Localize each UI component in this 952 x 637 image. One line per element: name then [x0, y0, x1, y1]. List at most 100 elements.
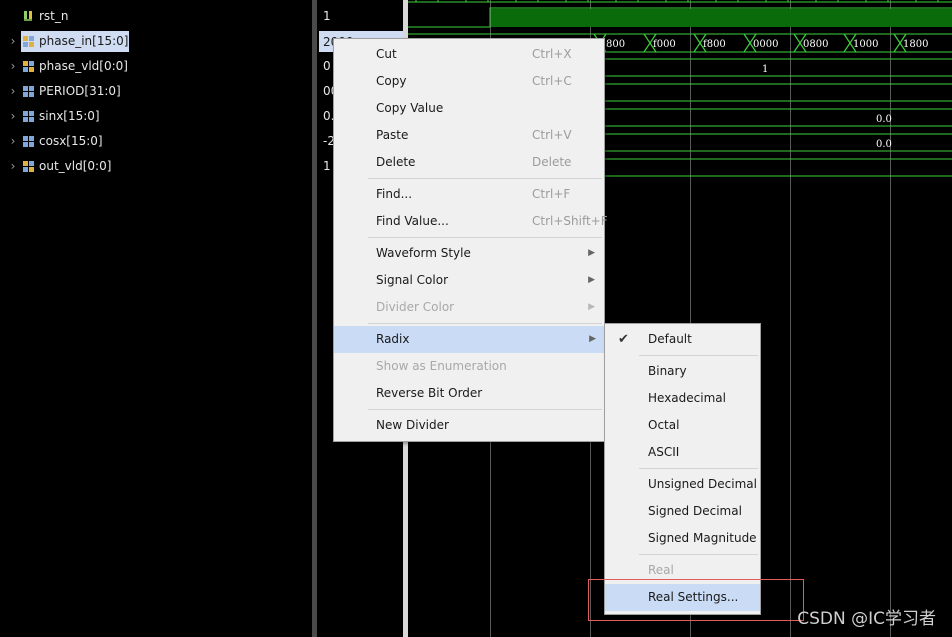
submenu-arrow-icon: ▶ [589, 334, 596, 344]
signal-value: 1 [323, 159, 331, 173]
menu-item-label: New Divider [376, 418, 449, 432]
bus-value-label: 0000 [753, 39, 778, 50]
menu-item-label: Signal Color [376, 273, 449, 287]
menu-item-find[interactable]: Find... Ctrl+F [335, 181, 603, 208]
chevron-right-icon[interactable]: › [8, 105, 18, 127]
bus-value-label: 800 [606, 39, 625, 50]
bus-value-label: f000 [653, 39, 676, 50]
menu-item-label: Copy [376, 74, 407, 88]
menu-separator [368, 409, 602, 410]
signal-name-pane: rst_n › phase_in[15:0] › phase_vld[0:0] … [0, 0, 312, 637]
menu-item-label: Waveform Style [376, 246, 471, 260]
menu-item-default[interactable]: ✔ Default [606, 326, 759, 353]
menu-item-shortcut: Delete [532, 155, 572, 169]
menu-item-label: Radix [376, 332, 410, 346]
menu-item-new-divider[interactable]: New Divider [335, 412, 603, 439]
menu-item-label: Find Value... [376, 214, 449, 228]
signal-row-out-vld[interactable]: › out_vld[0:0] [0, 155, 312, 177]
menu-item-label: Delete [376, 155, 416, 169]
menu-item-shortcut: Ctrl+V [532, 128, 572, 142]
signal-name: sinx[15:0] [39, 109, 100, 123]
chevron-right-icon[interactable]: › [8, 80, 18, 102]
menu-item-shortcut: Ctrl+Shift+F [532, 214, 608, 228]
menu-item-divider-color: Divider Color ▶ [335, 294, 603, 321]
menu-item-paste[interactable]: Paste Ctrl+V [335, 122, 603, 149]
menu-item-show-as-enumeration: Show as Enumeration [335, 353, 603, 380]
menu-item-unsigned-decimal[interactable]: Unsigned Decimal [606, 471, 759, 498]
bus-value-label: 1800 [903, 39, 928, 50]
menu-item-label: Octal [648, 418, 680, 432]
bus-value-label: 1 [762, 64, 768, 75]
menu-item-delete[interactable]: Delete Delete [335, 149, 603, 176]
bit-signal-icon [23, 11, 35, 22]
menu-item-label: Binary [648, 364, 687, 378]
menu-item-label: Hexadecimal [648, 391, 726, 405]
menu-item-radix[interactable]: Radix ▶ [334, 326, 604, 353]
menu-item-waveform-style[interactable]: Waveform Style ▶ [335, 240, 603, 267]
menu-separator [639, 355, 758, 356]
signal-name: cosx[15:0] [39, 134, 103, 148]
menu-item-label: Copy Value [376, 101, 444, 115]
chevron-right-icon[interactable]: › [8, 30, 18, 52]
signal-name: out_vld[0:0] [39, 159, 112, 173]
radix-submenu: ✔ Default Binary Hexadecimal Octal ASCII… [604, 323, 761, 615]
bus-signal-icon [23, 61, 35, 72]
bus-signal-icon [23, 36, 35, 47]
submenu-arrow-icon: ▶ [588, 275, 595, 285]
menu-item-shortcut: Ctrl+X [532, 47, 572, 61]
menu-item-label: Cut [376, 47, 397, 61]
menu-item-label: Unsigned Decimal [648, 477, 757, 491]
chevron-right-icon[interactable]: › [8, 130, 18, 152]
signal-row-rst-n[interactable]: rst_n [0, 5, 312, 27]
menu-item-label: Show as Enumeration [376, 359, 507, 373]
chevron-right-icon[interactable]: › [8, 155, 18, 177]
menu-item-ascii[interactable]: ASCII [606, 439, 759, 466]
submenu-arrow-icon: ▶ [588, 302, 595, 312]
menu-separator [368, 237, 602, 238]
signal-name: phase_in[15:0] [39, 34, 129, 48]
menu-item-shortcut: Ctrl+C [532, 74, 572, 88]
bus-value-label: f800 [703, 39, 726, 50]
signal-value: 1 [323, 9, 331, 23]
menu-item-label: ASCII [648, 445, 680, 459]
bus-value-label: 1000 [853, 39, 878, 50]
bus-value-label: 0.0 [876, 114, 892, 125]
signal-row-period[interactable]: › PERIOD[31:0] [0, 80, 312, 102]
clock-waveform [408, 0, 952, 3]
signal-row-phase-vld[interactable]: › phase_vld[0:0] [0, 55, 312, 77]
menu-item-label: Signed Magnitude [648, 531, 757, 545]
menu-item-label: Divider Color [376, 300, 455, 314]
menu-item-label: Default [648, 332, 692, 346]
chevron-right-icon[interactable]: › [8, 55, 18, 77]
menu-item-octal[interactable]: Octal [606, 412, 759, 439]
signal-name: phase_vld[0:0] [39, 59, 128, 73]
menu-item-shortcut: Ctrl+F [532, 187, 571, 201]
signal-row-sinx[interactable]: › sinx[15:0] [0, 105, 312, 127]
menu-item-label: Paste [376, 128, 409, 142]
menu-item-cut[interactable]: Cut Ctrl+X [335, 41, 603, 68]
menu-item-copy[interactable]: Copy Ctrl+C [335, 68, 603, 95]
menu-item-copy-value[interactable]: Copy Value [335, 95, 603, 122]
signal-row-cosx[interactable]: › cosx[15:0] [0, 130, 312, 152]
bus-signal-icon [23, 136, 35, 147]
menu-separator [368, 323, 602, 324]
menu-item-label: Find... [376, 187, 413, 201]
menu-item-label: Reverse Bit Order [376, 386, 483, 400]
menu-item-signed-magnitude[interactable]: Signed Magnitude [606, 525, 759, 552]
menu-item-signal-color[interactable]: Signal Color ▶ [335, 267, 603, 294]
bus-value-label: 0800 [803, 39, 828, 50]
menu-item-binary[interactable]: Binary [606, 358, 759, 385]
menu-separator [639, 468, 758, 469]
menu-item-signed-decimal[interactable]: Signed Decimal [606, 498, 759, 525]
menu-item-hexadecimal[interactable]: Hexadecimal [606, 385, 759, 412]
checkmark-icon: ✔ [618, 332, 629, 347]
menu-item-find-value[interactable]: Find Value... Ctrl+Shift+F [335, 208, 608, 235]
bus-signal-icon [23, 161, 35, 172]
bus-signal-icon [23, 86, 35, 97]
bus-signal-icon [23, 111, 35, 122]
watermark: CSDN @IC学习者 [797, 609, 936, 629]
menu-separator [639, 554, 758, 555]
signal-row-phase-in[interactable]: › phase_in[15:0] [0, 30, 312, 52]
signal-value: 0 [323, 59, 331, 73]
menu-item-reverse-bit-order[interactable]: Reverse Bit Order [335, 380, 603, 407]
